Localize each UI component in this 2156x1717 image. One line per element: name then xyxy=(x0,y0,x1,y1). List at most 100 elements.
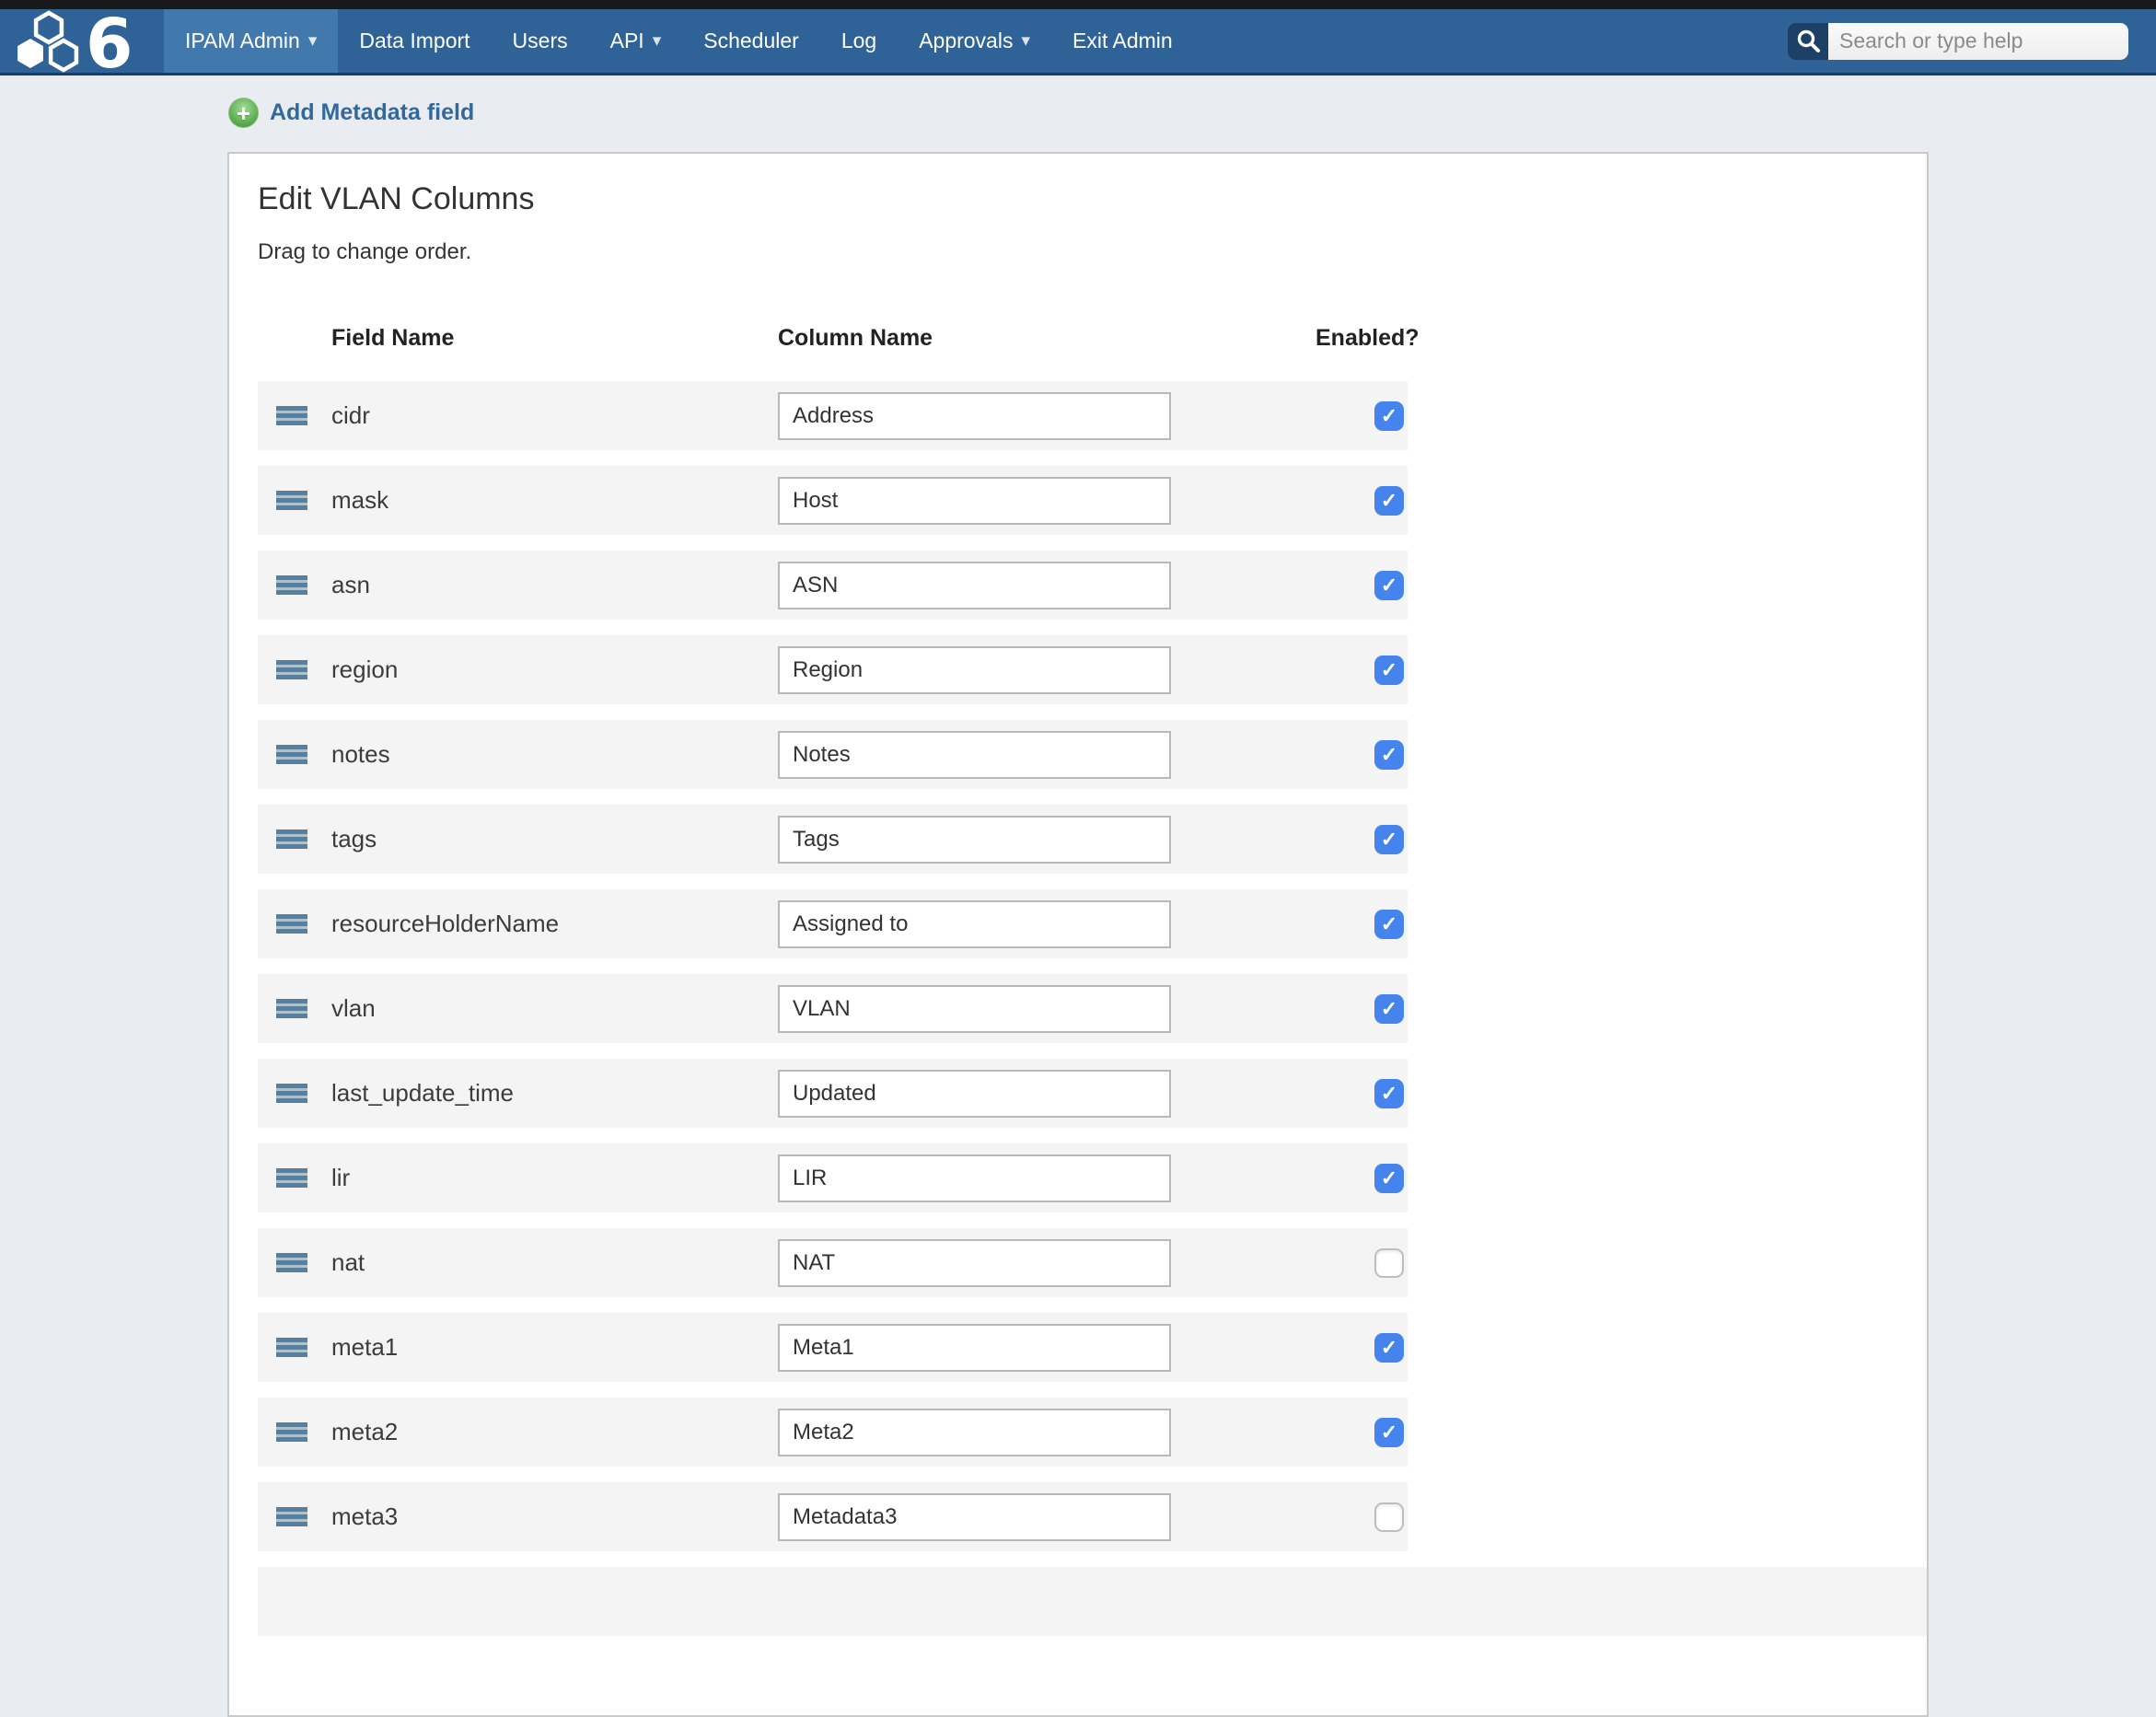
column-name-input[interactable] xyxy=(778,646,1171,694)
column-name-input[interactable] xyxy=(778,477,1171,525)
column-name-cell xyxy=(778,1493,1171,1541)
column-name-input[interactable] xyxy=(778,1493,1171,1541)
column-name-cell xyxy=(778,1154,1171,1202)
check-icon: ✓ xyxy=(1381,660,1397,680)
drag-handle-icon[interactable] xyxy=(276,491,307,510)
column-name-cell xyxy=(778,1324,1171,1372)
column-name-cell xyxy=(778,646,1171,694)
column-name-input[interactable] xyxy=(778,1324,1171,1372)
enabled-checkbox[interactable]: ✓ xyxy=(1374,1079,1404,1108)
header-enabled: Enabled? xyxy=(1316,325,1408,352)
enabled-checkbox[interactable] xyxy=(1374,1502,1404,1532)
drag-handle-icon[interactable] xyxy=(276,575,307,595)
enabled-checkbox[interactable]: ✓ xyxy=(1374,571,1404,600)
enabled-checkbox[interactable]: ✓ xyxy=(1374,401,1404,431)
drag-handle-cell xyxy=(258,1084,331,1103)
drag-handle-icon[interactable] xyxy=(276,829,307,849)
drag-handle-icon[interactable] xyxy=(276,1253,307,1272)
drag-handle-icon[interactable] xyxy=(276,1168,307,1188)
add-metadata-field-link[interactable]: + Add Metadata field xyxy=(228,98,474,128)
enabled-checkbox[interactable]: ✓ xyxy=(1374,1333,1404,1363)
nav-item-ipam-admin[interactable]: IPAM Admin ▾ xyxy=(164,9,338,73)
edit-vlan-columns-panel: Edit VLAN Columns Drag to change order. … xyxy=(227,152,1929,1717)
enabled-checkbox[interactable]: ✓ xyxy=(1374,486,1404,516)
column-name-input[interactable] xyxy=(778,1154,1171,1202)
column-name-cell xyxy=(778,900,1171,948)
column-name-cell xyxy=(778,477,1171,525)
drag-handle-icon[interactable] xyxy=(276,1084,307,1103)
drag-handle-icon[interactable] xyxy=(276,1338,307,1357)
table-header-row: Field Name Column Name Enabled? xyxy=(258,322,1408,354)
drag-handle-icon[interactable] xyxy=(276,1422,307,1442)
check-icon: ✓ xyxy=(1381,1084,1397,1104)
drag-handle-icon[interactable] xyxy=(276,1507,307,1526)
caret-down-icon: ▾ xyxy=(308,32,318,50)
enabled-cell: ✓ xyxy=(1316,401,1408,431)
drag-handle-cell xyxy=(258,491,331,510)
enabled-cell: ✓ xyxy=(1316,1164,1408,1193)
nav-item-label: Data Import xyxy=(359,29,469,53)
field-name-label: cidr xyxy=(331,401,778,430)
enabled-checkbox[interactable]: ✓ xyxy=(1374,1164,1404,1193)
nav-item-exit-admin[interactable]: Exit Admin xyxy=(1051,9,1194,73)
field-name-label: meta1 xyxy=(331,1333,778,1362)
nav-item-data-import[interactable]: Data Import xyxy=(338,9,491,73)
drag-handle-icon[interactable] xyxy=(276,914,307,934)
search-input[interactable] xyxy=(1828,23,2128,60)
drag-handle-cell xyxy=(258,1168,331,1188)
column-name-input[interactable] xyxy=(778,1239,1171,1287)
app-logo[interactable]: 6 xyxy=(0,9,164,73)
check-icon: ✓ xyxy=(1381,406,1397,426)
enabled-checkbox[interactable]: ✓ xyxy=(1374,1418,1404,1447)
drag-handle-cell xyxy=(258,999,331,1018)
column-name-input[interactable] xyxy=(778,731,1171,779)
caret-down-icon: ▾ xyxy=(1021,32,1030,50)
drag-handle-cell xyxy=(258,745,331,764)
add-plus-icon: + xyxy=(228,98,259,128)
column-name-input[interactable] xyxy=(778,816,1171,864)
column-name-cell xyxy=(778,985,1171,1033)
panel-title: Edit VLAN Columns xyxy=(258,181,1927,217)
table-row: tags ✓ xyxy=(258,805,1408,874)
nav-item-users[interactable]: Users xyxy=(492,9,589,73)
drag-handle-icon[interactable] xyxy=(276,999,307,1018)
enabled-checkbox[interactable]: ✓ xyxy=(1374,655,1404,685)
enabled-cell: ✓ xyxy=(1316,655,1408,685)
column-name-cell xyxy=(778,392,1171,440)
nav-item-scheduler[interactable]: Scheduler xyxy=(682,9,820,73)
nav-item-label: API xyxy=(610,29,644,53)
enabled-cell xyxy=(1316,1248,1408,1278)
hexagon-logo-icon: 6 xyxy=(8,9,156,74)
enabled-cell: ✓ xyxy=(1316,910,1408,939)
check-icon: ✓ xyxy=(1381,829,1397,850)
enabled-checkbox[interactable]: ✓ xyxy=(1374,994,1404,1024)
column-name-input[interactable] xyxy=(778,900,1171,948)
nav-item-approvals[interactable]: Approvals▾ xyxy=(898,9,1051,73)
drag-handle-icon[interactable] xyxy=(276,660,307,679)
nav-item-label: IPAM Admin xyxy=(185,29,300,53)
table-rows: cidr ✓ mask ✓ asn ✓ xyxy=(258,381,1927,1636)
enabled-checkbox[interactable]: ✓ xyxy=(1374,825,1404,854)
nav-item-api[interactable]: API▾ xyxy=(589,9,683,73)
column-name-input[interactable] xyxy=(778,392,1171,440)
enabled-checkbox[interactable]: ✓ xyxy=(1374,910,1404,939)
column-name-cell xyxy=(778,816,1171,864)
search-button[interactable] xyxy=(1788,23,1828,60)
column-name-input[interactable] xyxy=(778,1409,1171,1456)
field-name-label: lir xyxy=(331,1164,778,1192)
column-name-input[interactable] xyxy=(778,985,1171,1033)
check-icon: ✓ xyxy=(1381,575,1397,596)
column-name-cell xyxy=(778,1239,1171,1287)
nav-item-label: Exit Admin xyxy=(1072,29,1173,53)
nav-item-log[interactable]: Log xyxy=(820,9,898,73)
enabled-checkbox[interactable]: ✓ xyxy=(1374,740,1404,770)
drag-handle-icon[interactable] xyxy=(276,406,307,425)
drag-handle-cell xyxy=(258,1507,331,1526)
column-name-input[interactable] xyxy=(778,1070,1171,1118)
drag-handle-cell xyxy=(258,406,331,425)
enabled-checkbox[interactable] xyxy=(1374,1248,1404,1278)
content-area: + Add Metadata field Edit VLAN Columns D… xyxy=(0,75,2156,1717)
drag-handle-icon[interactable] xyxy=(276,745,307,764)
column-name-input[interactable] xyxy=(778,562,1171,609)
header-field-name: Field Name xyxy=(331,325,778,352)
